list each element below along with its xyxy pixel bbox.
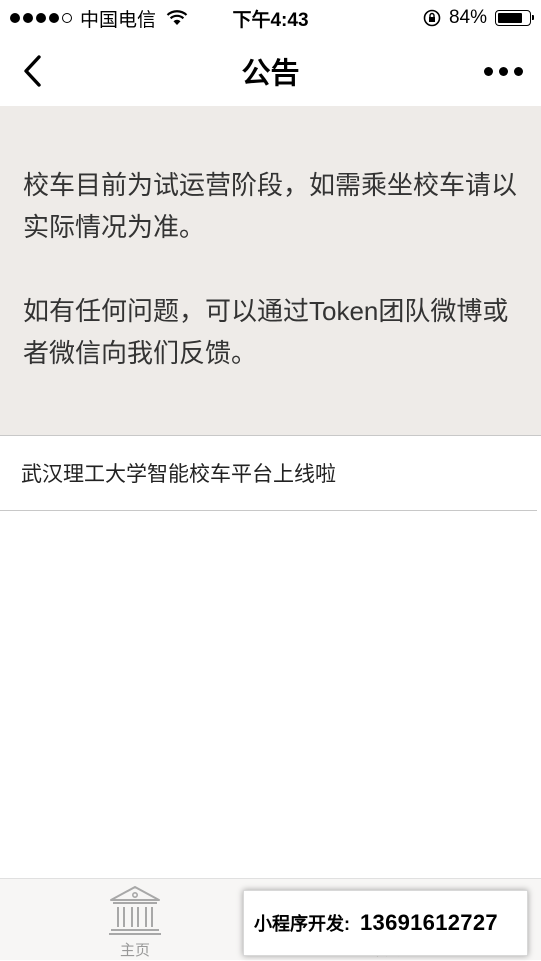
battery-icon — [495, 10, 534, 26]
navigation-bar: 公告 — [0, 36, 541, 106]
battery-percent: 84% — [448, 7, 487, 28]
status-bar: 中国电信 下午4:43 84% — [0, 0, 541, 36]
developer-contact-banner: 小程序开发: 13691612727 — [243, 890, 528, 956]
more-dot-icon — [514, 66, 523, 76]
tab-home[interactable]: 主页 — [85, 883, 185, 961]
page-title: 公告 — [241, 58, 300, 90]
more-dot-icon — [499, 66, 508, 76]
list-item-title: 武汉理工大学智能校车平台上线啦 — [21, 463, 336, 486]
tab-home-label: 主页 — [119, 942, 150, 959]
notice-paragraph-1: 校车目前为试运营阶段，如需乘坐校车请以实际情况为准。 — [23, 170, 518, 242]
developer-label: 小程序开发: — [254, 914, 350, 934]
more-dot-icon — [484, 66, 493, 76]
divider — [0, 510, 537, 511]
status-right: 84% — [423, 0, 534, 36]
chevron-left-icon — [24, 55, 41, 87]
rotation-lock-icon — [423, 9, 441, 27]
list-item[interactable]: 武汉理工大学智能校车平台上线啦 — [0, 436, 541, 510]
more-options-button[interactable] — [484, 58, 523, 84]
battery-fill — [498, 13, 522, 23]
developer-phone: 13691612727 — [360, 910, 498, 935]
back-button[interactable] — [14, 52, 50, 90]
notice-panel: 校车目前为试运营阶段，如需乘坐校车请以实际情况为准。 如有任何问题，可以通过To… — [0, 106, 541, 435]
notice-paragraph-2: 如有任何问题，可以通过Token团队微博或者微信向我们反馈。 — [23, 296, 509, 368]
building-icon — [109, 886, 161, 935]
